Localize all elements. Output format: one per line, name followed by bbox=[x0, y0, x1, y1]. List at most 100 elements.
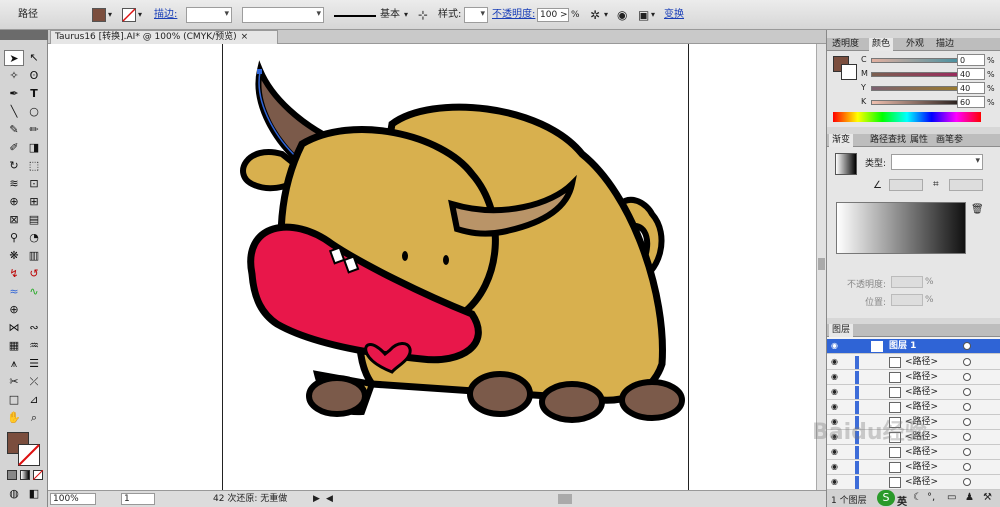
panel-stroke-swatch[interactable] bbox=[841, 64, 857, 80]
target-circle-icon[interactable] bbox=[963, 418, 971, 426]
slice-tool-icon[interactable]: ∾ bbox=[24, 320, 44, 336]
tab-transparency[interactable]: 透明度 bbox=[829, 38, 862, 51]
stroke-dropdown-icon[interactable]: ▾ bbox=[138, 6, 142, 24]
screen-mode-icon[interactable]: ◧ bbox=[24, 486, 44, 502]
gradient-location-field[interactable] bbox=[891, 294, 923, 306]
tab-gradient[interactable]: 渐变 bbox=[829, 134, 854, 147]
visibility-eye-icon[interactable]: ◉ bbox=[831, 478, 841, 486]
visibility-eye-icon[interactable]: ◉ bbox=[831, 373, 841, 381]
gradient-type-select[interactable] bbox=[891, 154, 983, 170]
ime-mode[interactable]: 英 bbox=[897, 493, 907, 507]
tab-brushes[interactable]: 画笔参 bbox=[933, 134, 966, 147]
join-path-icon[interactable]: ≈ bbox=[4, 284, 24, 300]
sublayer-row[interactable]: ◉ <路径> bbox=[827, 400, 1000, 415]
sublayer-name[interactable]: <路径> bbox=[905, 371, 938, 384]
tools-panel-header[interactable] bbox=[0, 30, 48, 40]
document-tab[interactable]: Taurus16 [转换].AI* @ 100% (CMYK/预览) × bbox=[50, 30, 278, 44]
gradient-aspect-field[interactable] bbox=[949, 179, 983, 191]
type-tool-icon[interactable]: T bbox=[24, 86, 44, 102]
chevron-down-icon[interactable]: ▾ bbox=[404, 6, 408, 24]
zoom-tool-icon[interactable]: ⌕ bbox=[24, 410, 44, 426]
tab-stroke[interactable]: 描边 bbox=[933, 38, 957, 51]
visibility-eye-icon[interactable]: ◉ bbox=[831, 358, 841, 366]
eraser-tool-icon[interactable]: ◨ bbox=[24, 140, 44, 156]
punctuation-icon[interactable]: °, bbox=[927, 492, 935, 503]
lasso-tool-icon[interactable]: ʘ bbox=[24, 68, 44, 84]
target-circle-icon[interactable] bbox=[963, 388, 971, 396]
rotate-tool-icon[interactable]: ↻ bbox=[4, 158, 24, 174]
visibility-eye-icon[interactable]: ◉ bbox=[831, 448, 841, 456]
draw-mode-icon[interactable]: ◍ bbox=[4, 486, 24, 502]
column-graph-icon[interactable]: ▥ bbox=[24, 248, 44, 264]
sublayer-row[interactable]: ◉ <路径> bbox=[827, 370, 1000, 385]
close-icon[interactable]: × bbox=[241, 32, 249, 42]
gradient-tool-icon[interactable]: ▤ bbox=[24, 212, 44, 228]
tab-pathfinder[interactable]: 路径查找 bbox=[867, 134, 909, 147]
free-transform-icon[interactable]: ⊡ bbox=[24, 176, 44, 192]
sublayer-row[interactable]: ◉ <路径> bbox=[827, 475, 1000, 490]
sublayer-row[interactable]: ◉ <路径> bbox=[827, 445, 1000, 460]
tab-color[interactable]: 颜色 bbox=[869, 38, 894, 51]
visibility-eye-icon[interactable]: ◉ bbox=[831, 463, 841, 471]
trash-icon[interactable]: 🗑 bbox=[971, 204, 984, 215]
wave-path-icon[interactable]: ∿ bbox=[24, 284, 44, 300]
target-circle-icon[interactable] bbox=[963, 373, 971, 381]
status-menu-arrow-icon[interactable]: ▶ bbox=[313, 493, 320, 505]
shape-builder-icon[interactable]: ⊕ bbox=[4, 194, 24, 210]
graphic-style-picker[interactable] bbox=[464, 7, 488, 23]
recolor-icon[interactable]: ✲ bbox=[590, 6, 600, 24]
line-tool-icon[interactable]: ╲ bbox=[4, 104, 24, 120]
transform-link[interactable]: 变换 bbox=[664, 6, 684, 24]
fill-dropdown-icon[interactable]: ▾ bbox=[108, 6, 112, 24]
ellipse-tool-icon[interactable]: ○ bbox=[24, 104, 44, 120]
channel-m-value[interactable]: 40 bbox=[957, 68, 985, 80]
visibility-eye-icon[interactable]: ◉ bbox=[831, 388, 841, 396]
brush-definition[interactable]: 基本 bbox=[380, 6, 400, 24]
status-message[interactable]: 42 次还原: 无重做 bbox=[213, 493, 287, 505]
visibility-eye-icon[interactable]: ◉ bbox=[831, 403, 841, 411]
stroke-link[interactable]: 描边: bbox=[154, 6, 177, 24]
chevron-down-icon[interactable]: ▾ bbox=[604, 6, 608, 24]
liquify-icon[interactable]: ♒ bbox=[24, 338, 44, 354]
mesh-tool-icon[interactable]: ⊠ bbox=[4, 212, 24, 228]
target-circle-icon[interactable] bbox=[963, 448, 971, 456]
cut-path-icon[interactable]: ↯ bbox=[4, 266, 24, 282]
stroke-swatch[interactable] bbox=[122, 8, 136, 22]
gradient-mode-button[interactable] bbox=[20, 470, 30, 480]
moon-icon[interactable]: ☾ bbox=[913, 492, 922, 503]
scale-tool-icon[interactable]: ⬚ bbox=[24, 158, 44, 174]
gradient-angle-field[interactable] bbox=[889, 179, 923, 191]
sublayer-name[interactable]: <路径> bbox=[905, 476, 938, 489]
selection-tool-icon[interactable]: ➤ bbox=[4, 50, 24, 66]
target-circle-icon[interactable] bbox=[963, 463, 971, 471]
gradient-slider[interactable] bbox=[836, 202, 966, 254]
sublayer-row[interactable]: ◉ <路径> bbox=[827, 355, 1000, 370]
tab-layers[interactable]: 图层 bbox=[829, 324, 854, 337]
anchor-point[interactable] bbox=[257, 69, 262, 74]
scrollbar-thumb[interactable] bbox=[818, 258, 825, 270]
color-spectrum[interactable] bbox=[833, 112, 981, 122]
ime-logo-icon[interactable]: S bbox=[877, 490, 895, 506]
stroke-weight-field[interactable] bbox=[186, 7, 232, 23]
color-mode-button[interactable] bbox=[7, 470, 17, 480]
sublayer-name[interactable]: <路径> bbox=[905, 401, 938, 414]
list-icon[interactable]: ☰ bbox=[24, 356, 44, 372]
arrange-icon[interactable]: ▣ bbox=[638, 6, 649, 24]
none-mode-button[interactable] bbox=[33, 470, 43, 480]
sublayer-row[interactable]: ◉ <路径> bbox=[827, 385, 1000, 400]
tab-appearance[interactable]: 外观 bbox=[903, 38, 927, 51]
smooth-path-icon[interactable]: ↺ bbox=[24, 266, 44, 282]
gradient-opacity-field[interactable] bbox=[891, 276, 923, 288]
symbol-sprayer-icon[interactable]: ❋ bbox=[4, 248, 24, 264]
zoom-select[interactable]: 100% bbox=[50, 493, 96, 505]
perspective-grid-icon[interactable]: ⊞ bbox=[24, 194, 44, 210]
scissors-tool-icon[interactable]: ⤫ bbox=[24, 374, 44, 390]
grid-tool-icon[interactable]: ▦ bbox=[4, 338, 24, 354]
target-circle-icon[interactable] bbox=[963, 433, 971, 441]
scroll-left-icon[interactable]: ◀ bbox=[326, 493, 333, 505]
sublayer-name[interactable]: <路径> bbox=[905, 356, 938, 369]
isolate-icon[interactable]: ◉ bbox=[617, 6, 627, 24]
direct-selection-tool-icon[interactable]: ↖ bbox=[24, 50, 44, 66]
pen-tool-icon[interactable]: ✒ bbox=[4, 86, 24, 102]
blob-brush-icon[interactable]: ✐ bbox=[4, 140, 24, 156]
